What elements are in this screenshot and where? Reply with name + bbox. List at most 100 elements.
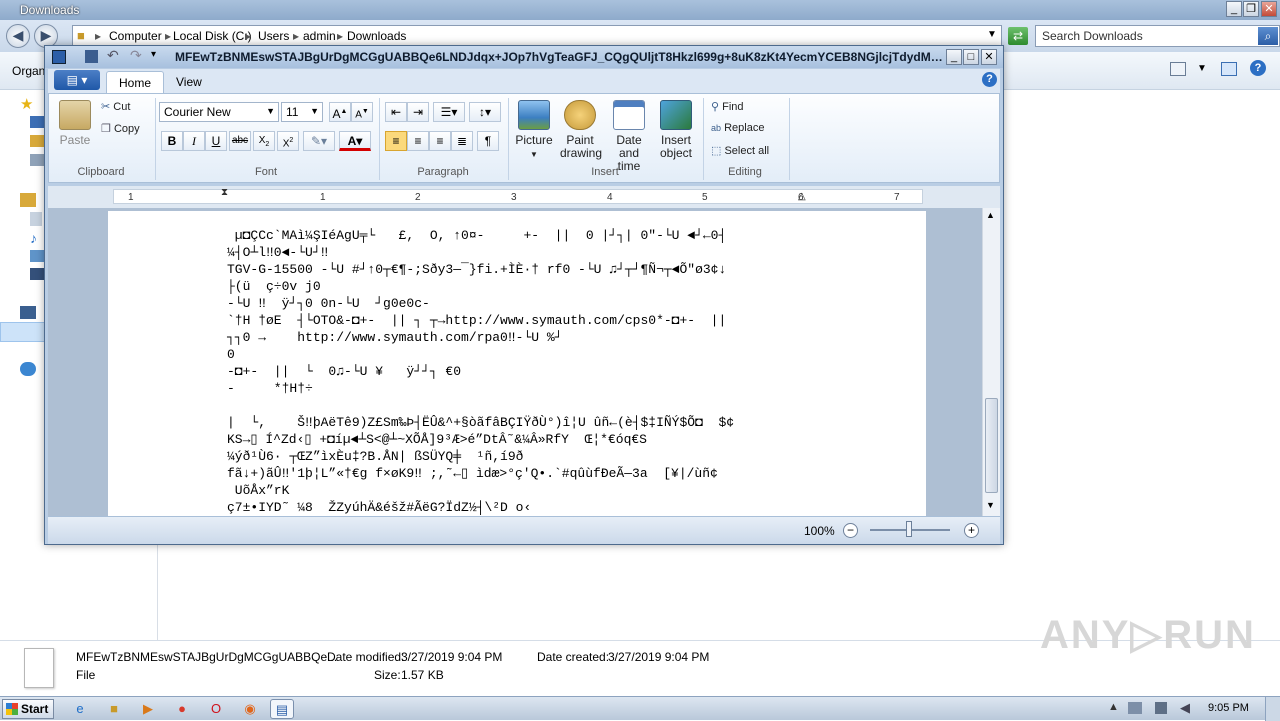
media-player-icon[interactable]: ▶ bbox=[136, 699, 160, 719]
videos-icon[interactable] bbox=[30, 268, 44, 280]
zoom-in-button[interactable]: + bbox=[964, 523, 979, 538]
clock[interactable]: 9:05 PM bbox=[1208, 702, 1249, 714]
zoom-out-button[interactable]: − bbox=[843, 523, 858, 538]
ruler[interactable]: 1 1 2 3 4 5 6 7 ⧗ △ bbox=[48, 186, 1000, 208]
italic-button[interactable]: I bbox=[183, 131, 205, 151]
breadcrumb-admin[interactable]: admin bbox=[303, 29, 336, 43]
font-color-button[interactable]: A▾ bbox=[339, 131, 371, 151]
breadcrumb-computer[interactable]: Computer bbox=[109, 29, 162, 43]
redo-icon[interactable]: ↷ bbox=[130, 47, 142, 64]
document-line[interactable]: ç7±•IYD˜ ¼8 ŽZyúhÄ&éšž#ÃëG?ÏdZ½┤\²D o‹ bbox=[227, 499, 734, 516]
music-icon[interactable]: ♪ bbox=[30, 230, 37, 246]
scroll-up-arrow[interactable]: ▲ bbox=[986, 210, 995, 220]
scroll-thumb[interactable] bbox=[985, 398, 998, 493]
superscript-button[interactable]: X2 bbox=[277, 131, 299, 151]
address-box[interactable]: ■ ▸ Computer ▸ Local Disk (C:) ▸ Users ▸… bbox=[72, 25, 1002, 47]
paragraph-settings-button[interactable]: ¶ bbox=[477, 131, 499, 151]
font-family-select[interactable]: Courier New ▼ bbox=[159, 102, 279, 122]
vertical-scrollbar[interactable]: ▲ ▼ bbox=[982, 208, 1000, 516]
scroll-down-arrow[interactable]: ▼ bbox=[986, 500, 995, 510]
line-spacing-button[interactable]: ↕▾ bbox=[469, 102, 501, 122]
minimize-button[interactable]: _ bbox=[1226, 1, 1242, 17]
chrome-icon[interactable]: ● bbox=[170, 699, 194, 719]
search-icon[interactable]: ⌕ bbox=[1258, 27, 1278, 45]
wordpad-maximize-button[interactable]: □ bbox=[963, 49, 979, 65]
document-line[interactable]: -◘+- || └ 0♫-└U ¥ ÿ┘┘┐ €0 bbox=[227, 363, 734, 380]
close-button[interactable]: ✕ bbox=[1261, 1, 1277, 17]
opera-icon[interactable]: O bbox=[204, 699, 228, 719]
document-line[interactable]: 0 bbox=[227, 346, 734, 363]
document-line[interactable]: fã↓+)ãÛ‼'1þ¦L”«†€g f×øK9‼ ;,˜←▯ ìdæ>°ç'Q… bbox=[227, 465, 734, 482]
document-line[interactable]: µ◘ÇCc`MAì¼ŞIéAgU╤└ £, O, ↑0¤- +- || 0 |┘… bbox=[227, 227, 734, 244]
preview-pane-icon[interactable] bbox=[1221, 62, 1237, 76]
network-icon[interactable] bbox=[20, 362, 36, 376]
grow-font-button[interactable]: A▲ bbox=[329, 102, 351, 122]
replace-button[interactable]: ab Replace bbox=[711, 122, 764, 134]
increase-indent-button[interactable]: ⇥ bbox=[407, 102, 429, 122]
zoom-slider-thumb[interactable] bbox=[906, 521, 912, 537]
insert-picture-button[interactable]: Picture ▼ bbox=[512, 100, 556, 161]
document-line[interactable]: `†H †øE ┤└OTO&-◘+- || ┐ ┬→http://www.sym… bbox=[227, 312, 734, 329]
wordpad-minimize-button[interactable]: _ bbox=[946, 49, 962, 65]
document-line[interactable]: | └, Š‼þAëTê9)Z£Sm‰Þ┤ËÛ&^+§òãfâBÇIŸðÙ°)î… bbox=[227, 414, 734, 431]
document-line[interactable]: ├(ü ç÷0v j0 bbox=[227, 278, 734, 295]
restore-button[interactable]: ❐ bbox=[1243, 1, 1259, 17]
strikethrough-button[interactable]: abc bbox=[229, 131, 251, 151]
select-all-button[interactable]: ⬚ Select all bbox=[711, 144, 769, 157]
breadcrumb-local-disk[interactable]: Local Disk (C:) bbox=[173, 29, 252, 43]
chevron-down-icon[interactable]: ▼ bbox=[987, 29, 997, 40]
help-icon[interactable]: ? bbox=[982, 72, 997, 87]
cut-button[interactable]: ✂ Cut bbox=[101, 100, 130, 113]
align-center-button[interactable]: ≡ bbox=[407, 131, 429, 151]
shrink-font-button[interactable]: A▼ bbox=[351, 102, 373, 122]
quick-access-dropdown-icon[interactable]: ▾ bbox=[151, 49, 156, 60]
document-line[interactable]: KS→▯ Í^Zd‹▯ +◘íµ◄┴S<@┴~XÕÅ]9³Æ>é”DtÂ˜&¼Â… bbox=[227, 431, 734, 448]
align-right-button[interactable]: ≡ bbox=[429, 131, 451, 151]
paint-drawing-button[interactable]: Paint drawing bbox=[557, 100, 603, 160]
back-button[interactable]: ◀ bbox=[6, 24, 30, 48]
tab-home[interactable]: Home bbox=[106, 71, 165, 93]
copy-button[interactable]: ❐ Copy bbox=[101, 122, 140, 135]
underline-button[interactable]: U bbox=[205, 131, 227, 151]
find-button[interactable]: ⚲ Find bbox=[711, 100, 744, 113]
paste-button[interactable]: Paste bbox=[55, 100, 95, 147]
document-page[interactable]: µ◘ÇCc`MAì¼ŞIéAgU╤└ £, O, ↑0¤- +- || 0 |┘… bbox=[108, 211, 926, 516]
ie-icon[interactable]: e bbox=[68, 699, 92, 719]
downloads-folder-icon[interactable] bbox=[30, 135, 44, 147]
help-icon[interactable]: ? bbox=[1250, 60, 1266, 76]
explorer-taskbar-icon[interactable]: ■ bbox=[102, 699, 126, 719]
document-line[interactable]: ┐┐0 → http://www.symauth.com/rpa0‼-└U %┘ bbox=[227, 329, 734, 346]
volume-icon[interactable]: ◀ bbox=[1180, 700, 1190, 716]
documents-icon[interactable] bbox=[30, 212, 42, 226]
document-line[interactable]: ¼ýð¹Ù6· ┬ŒZ”ìxÈu‡?B.ÅN| ßSÜYQ╪ ¹ñ,í9ð bbox=[227, 448, 734, 465]
document-line[interactable]: ¼┤O┴l‼0◄-└U┘‼ bbox=[227, 244, 734, 261]
application-menu-button[interactable]: ▤ ▾ bbox=[54, 70, 100, 90]
insert-object-button[interactable]: Insert object bbox=[654, 100, 698, 160]
favorites-star-icon[interactable]: ★ bbox=[20, 95, 33, 113]
breadcrumb-users[interactable]: Users bbox=[258, 29, 289, 43]
document-line[interactable]: UõÅx”rK bbox=[227, 482, 734, 499]
action-center-icon[interactable] bbox=[1128, 702, 1142, 714]
search-input[interactable]: Search Downloads ⌕ bbox=[1035, 25, 1280, 47]
pictures-icon[interactable] bbox=[30, 250, 44, 262]
right-indent-marker[interactable]: △ bbox=[798, 191, 806, 202]
document-text[interactable]: µ◘ÇCc`MAì¼ŞIéAgU╤└ £, O, ↑0¤- +- || 0 |┘… bbox=[227, 227, 734, 516]
save-icon[interactable] bbox=[85, 50, 98, 63]
bullets-button[interactable]: ☰▾ bbox=[433, 102, 465, 122]
refresh-icon[interactable]: ⇄ bbox=[1008, 27, 1028, 45]
font-size-select[interactable]: 11 ▼ bbox=[281, 102, 323, 122]
date-time-button[interactable]: Date and time bbox=[605, 100, 653, 173]
breadcrumb-downloads[interactable]: Downloads bbox=[347, 29, 406, 43]
firefox-icon[interactable]: ◉ bbox=[238, 699, 262, 719]
show-desktop-button[interactable] bbox=[1265, 697, 1280, 721]
start-button[interactable]: Start bbox=[2, 699, 54, 719]
tab-view[interactable]: View bbox=[164, 71, 214, 93]
wordpad-app-icon[interactable] bbox=[52, 50, 66, 64]
recent-places-icon[interactable] bbox=[30, 154, 44, 166]
justify-button[interactable]: ≣ bbox=[451, 131, 473, 151]
document-line[interactable]: -└U ‼ ÿ┘┐0 0n-└U ┘g0e0c- bbox=[227, 295, 734, 312]
highlight-color-button[interactable]: ✎▾ bbox=[303, 131, 335, 151]
wordpad-taskbar-button[interactable]: ▤ bbox=[270, 699, 294, 719]
chevron-down-icon[interactable]: ▼ bbox=[1197, 63, 1207, 74]
wordpad-close-button[interactable]: ✕ bbox=[981, 49, 997, 65]
